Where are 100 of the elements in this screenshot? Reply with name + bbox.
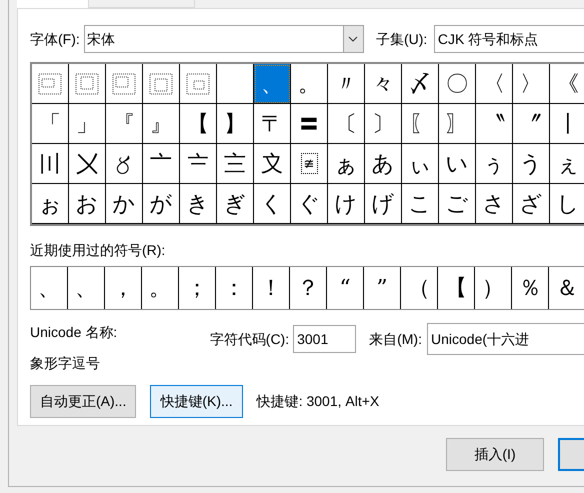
symbol-cell[interactable]: ぉ xyxy=(32,184,69,224)
symbol-cell[interactable] xyxy=(143,64,180,104)
symbol-glyph: 《 xyxy=(557,70,579,98)
symbol-cell[interactable]: し xyxy=(550,184,584,224)
dotted-box-icon xyxy=(186,72,210,94)
symbol-cell[interactable]: 『 xyxy=(106,104,143,144)
symbol-cell[interactable]: う xyxy=(513,144,550,184)
symbol-glyph: 【 xyxy=(187,110,209,138)
symbol-glyph: 〝 xyxy=(483,110,505,138)
char-code-label: 字符代码(C): xyxy=(210,330,290,349)
symbol-glyph: ざ xyxy=(520,190,542,218)
symbol-cell[interactable] xyxy=(69,64,106,104)
symbol-glyph: ぁ xyxy=(334,150,358,178)
dotted-box-icon xyxy=(149,72,173,94)
symbol-glyph: く xyxy=(260,190,284,218)
symbol-cell[interactable]: き xyxy=(180,184,217,224)
symbol-cell[interactable]: 〧 xyxy=(180,144,217,184)
from-dropdown[interactable]: Unicode(十六进 xyxy=(427,323,584,355)
symbol-glyph: ぐ xyxy=(298,190,320,218)
symbol-cell[interactable]: 〡 xyxy=(550,104,584,144)
symbol-cell[interactable]: 《 xyxy=(550,64,584,104)
symbol-cell[interactable]: お xyxy=(69,184,106,224)
recent-symbols-label: 近期使用过的符号(R): xyxy=(30,241,166,260)
symbol-cell[interactable]: 々 xyxy=(365,64,402,104)
symbol-cell[interactable]: 〥 xyxy=(106,144,143,184)
symbol-cell[interactable]: 【 xyxy=(180,104,217,144)
symbol-cell[interactable]: ぐ xyxy=(291,184,328,224)
symbol-cell[interactable]: 「 xyxy=(32,104,69,144)
symbol-glyph: お xyxy=(76,190,98,218)
symbol-cell[interactable]: 〆 xyxy=(402,64,439,104)
symbol-glyph: が xyxy=(150,190,172,218)
symbol-cell[interactable]: 〗 xyxy=(439,104,476,144)
symbol-glyph: 〇 xyxy=(446,70,468,98)
symbol-cell[interactable]: 〝 xyxy=(476,104,513,144)
subset-dropdown[interactable]: CJK 符号和标点 xyxy=(434,25,584,53)
symbol-cell[interactable]: が xyxy=(143,184,180,224)
symbol-glyph: ぎ xyxy=(224,190,246,218)
dotted-box-icon xyxy=(112,72,136,94)
insert-button[interactable]: 插入(I) xyxy=(446,438,544,471)
symbol-cell[interactable]: ぎ xyxy=(217,184,254,224)
symbol-cell[interactable]: 〕 xyxy=(365,104,402,144)
symbol-cell[interactable]: ぅ xyxy=(476,144,513,184)
symbol-glyph: 〓 xyxy=(298,110,320,138)
symbol-cell[interactable]: 〉 xyxy=(513,64,550,104)
char-code-field[interactable]: 3001 xyxy=(293,325,356,353)
symbol-cell[interactable]: 〦 xyxy=(143,144,180,184)
symbol-cell[interactable]: ご xyxy=(439,184,476,224)
unicode-name-label: Unicode 名称: xyxy=(30,323,118,342)
symbol-cell[interactable]: け xyxy=(328,184,365,224)
font-dropdown[interactable]: 宋体 xyxy=(84,25,364,53)
symbol-cell[interactable]: あ xyxy=(365,144,402,184)
symbol-cell[interactable]: 〔 xyxy=(328,104,365,144)
symbol-glyph: ぉ xyxy=(38,190,62,218)
symbol-cell[interactable] xyxy=(217,64,254,104)
symbol-cell[interactable]: ぃ xyxy=(402,144,439,184)
symbol-cell[interactable]: 〇 xyxy=(439,64,476,104)
symbol-glyph: 、 xyxy=(261,70,283,98)
symbol-glyph: 『 xyxy=(113,110,135,138)
symbol-glyph: 〖 xyxy=(409,110,431,138)
symbol-cell[interactable]: ぇ xyxy=(550,144,584,184)
symbol-cell[interactable]: こ xyxy=(402,184,439,224)
symbol-cell[interactable]: 〖 xyxy=(402,104,439,144)
dialog-button[interactable]: 快捷键(K)... xyxy=(150,385,243,418)
symbol-cell[interactable]: 」 xyxy=(69,104,106,144)
symbol-cell[interactable]: 〤 xyxy=(69,144,106,184)
symbol-glyph: 〔 xyxy=(335,110,357,138)
dotted-box-icon xyxy=(75,72,99,94)
symbol-cell[interactable]: 〓 xyxy=(291,104,328,144)
symbol-cell[interactable]: 〩 xyxy=(254,144,291,184)
symbol-glyph: 〃 xyxy=(335,70,357,98)
symbol-glyph: 〤 xyxy=(76,150,98,178)
symbol-glyph: あ xyxy=(372,150,394,178)
symbol-glyph: 〧 xyxy=(187,150,209,178)
symbol-cell[interactable]: く xyxy=(254,184,291,224)
symbol-cell[interactable]: 』 xyxy=(143,104,180,144)
symbol-cell[interactable]: ≇ xyxy=(291,144,328,184)
symbol-cell[interactable]: 〒 xyxy=(254,104,291,144)
symbol-cell[interactable]: い xyxy=(439,144,476,184)
symbol-cell[interactable]: 、 xyxy=(254,64,291,104)
dialog-button[interactable]: 自动更正(A)... xyxy=(30,385,136,418)
symbol-cell[interactable]: 〃 xyxy=(328,64,365,104)
symbol-cell[interactable]: 〞 xyxy=(513,104,550,144)
symbol-cell[interactable] xyxy=(32,64,69,104)
symbol-glyph: 〈 xyxy=(483,70,505,98)
symbol-cell[interactable]: ざ xyxy=(513,184,550,224)
symbol-cell[interactable]: 〨 xyxy=(217,144,254,184)
symbol-cell[interactable] xyxy=(180,64,217,104)
symbol-cell[interactable]: げ xyxy=(365,184,402,224)
symbol-glyph: 〨 xyxy=(224,150,246,178)
symbol-glyph: け xyxy=(334,190,358,218)
symbol-cell[interactable]: 。 xyxy=(291,64,328,104)
symbol-cell[interactable] xyxy=(106,64,143,104)
symbol-cell[interactable]: ぁ xyxy=(328,144,365,184)
symbol-cell[interactable]: 】 xyxy=(217,104,254,144)
symbol-cell[interactable]: か xyxy=(106,184,143,224)
symbol-glyph: 〡 xyxy=(557,110,579,138)
symbol-cell[interactable]: 〣 xyxy=(32,144,69,184)
symbol-cell[interactable]: 〈 xyxy=(476,64,513,104)
symbol-glyph: さ xyxy=(482,190,506,218)
symbol-cell[interactable]: さ xyxy=(476,184,513,224)
